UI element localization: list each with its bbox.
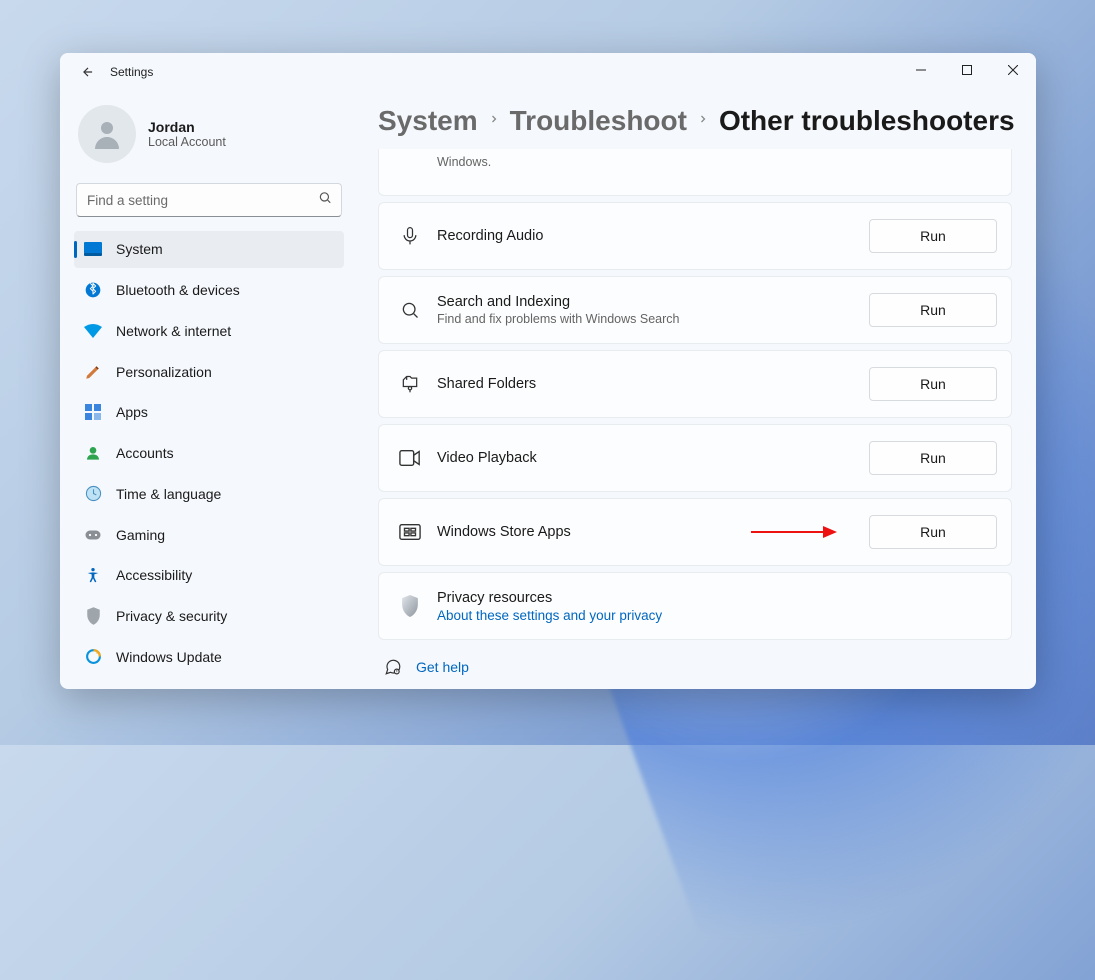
- update-icon: [84, 648, 102, 666]
- troubleshooter-card-shared-folders: Shared Folders Run: [378, 350, 1012, 418]
- troubleshooter-list[interactable]: Windows. Recording Audio Run: [378, 149, 1016, 689]
- sidebar-item-label: Personalization: [116, 364, 212, 380]
- sidebar-item-label: System: [116, 241, 163, 257]
- close-button[interactable]: [990, 53, 1036, 87]
- run-button[interactable]: Run: [869, 367, 997, 401]
- run-button[interactable]: Run: [869, 219, 997, 253]
- search-icon: [399, 299, 421, 321]
- run-button[interactable]: Run: [869, 515, 997, 549]
- breadcrumb-system[interactable]: System: [378, 105, 478, 137]
- sidebar-item-label: Accessibility: [116, 567, 192, 583]
- gamepad-icon: [84, 526, 102, 544]
- card-title: Windows Store Apps: [437, 524, 853, 540]
- card-title: Recording Audio: [437, 228, 853, 244]
- help-row: Get help: [378, 646, 1012, 688]
- sidebar-item-update[interactable]: Windows Update: [74, 638, 344, 675]
- get-help-link[interactable]: Get help: [416, 659, 469, 675]
- troubleshooter-card-video-playback: Video Playback Run: [378, 424, 1012, 492]
- arrow-left-icon: [81, 65, 95, 79]
- sidebar-item-label: Windows Update: [116, 649, 222, 665]
- settings-window: Settings Jordan Local Account: [60, 53, 1036, 689]
- titlebar: Settings: [60, 53, 1036, 91]
- sidebar-item-label: Privacy & security: [116, 608, 227, 624]
- card-subtitle: Windows.: [437, 155, 853, 169]
- accessibility-icon: [84, 566, 102, 584]
- help-chat-icon: [384, 658, 402, 676]
- sidebar-item-label: Network & internet: [116, 323, 231, 339]
- sidebar-item-accounts[interactable]: Accounts: [74, 435, 344, 472]
- profile-block[interactable]: Jordan Local Account: [74, 99, 344, 173]
- sidebar-item-bluetooth[interactable]: Bluetooth & devices: [74, 272, 344, 309]
- bluetooth-icon: [84, 281, 102, 299]
- privacy-resources-card: Privacy resources About these settings a…: [378, 572, 1012, 640]
- avatar: [78, 105, 136, 163]
- search-wrap: [76, 183, 342, 217]
- sidebar: Jordan Local Account System: [60, 91, 358, 689]
- privacy-link[interactable]: About these settings and your privacy: [437, 608, 997, 623]
- maximize-icon: [962, 65, 972, 75]
- clock-globe-icon: [84, 485, 102, 503]
- display-icon: [84, 240, 102, 258]
- wifi-icon: [84, 322, 102, 340]
- breadcrumb-troubleshoot[interactable]: Troubleshoot: [510, 105, 687, 137]
- shared-folder-icon: [399, 373, 421, 395]
- shield-icon: [84, 607, 102, 625]
- paintbrush-icon: [84, 363, 102, 381]
- store-app-icon: [399, 521, 421, 543]
- avatar-icon: [89, 116, 125, 152]
- sidebar-item-time[interactable]: Time & language: [74, 475, 344, 512]
- run-button[interactable]: Run: [869, 441, 997, 475]
- apps-grid-icon: [84, 403, 102, 421]
- troubleshooter-card-partial: Windows.: [378, 149, 1012, 196]
- sidebar-item-label: Bluetooth & devices: [116, 282, 240, 298]
- profile-sub: Local Account: [148, 135, 226, 149]
- troubleshooter-card-recording-audio: Recording Audio Run: [378, 202, 1012, 270]
- search-icon: [318, 191, 332, 210]
- shield-icon: [399, 595, 421, 617]
- sidebar-item-personalization[interactable]: Personalization: [74, 353, 344, 390]
- minimize-icon: [916, 65, 926, 75]
- back-button[interactable]: [72, 56, 104, 88]
- troubleshooter-card-search-indexing: Search and Indexing Find and fix problem…: [378, 276, 1012, 344]
- sidebar-item-privacy[interactable]: Privacy & security: [74, 598, 344, 635]
- minimize-button[interactable]: [898, 53, 944, 87]
- card-title: Search and Indexing: [437, 294, 853, 310]
- account-icon: [84, 444, 102, 462]
- main-panel: System Troubleshoot Other troubleshooter…: [358, 91, 1036, 689]
- maximize-button[interactable]: [944, 53, 990, 87]
- profile-name: Jordan: [148, 119, 226, 135]
- chevron-right-icon: [488, 112, 500, 130]
- window-controls: [898, 53, 1036, 87]
- sidebar-item-system[interactable]: System: [74, 231, 344, 268]
- sidebar-item-label: Apps: [116, 404, 148, 420]
- run-button[interactable]: Run: [869, 293, 997, 327]
- breadcrumb: System Troubleshoot Other troubleshooter…: [378, 99, 1016, 149]
- chevron-right-icon: [697, 112, 709, 130]
- card-title: Video Playback: [437, 450, 853, 466]
- app-title: Settings: [110, 65, 153, 79]
- search-input[interactable]: [76, 183, 342, 217]
- sidebar-item-gaming[interactable]: Gaming: [74, 516, 344, 553]
- sidebar-item-label: Accounts: [116, 445, 174, 461]
- card-title: Shared Folders: [437, 376, 853, 392]
- sidebar-item-network[interactable]: Network & internet: [74, 312, 344, 349]
- sidebar-item-accessibility[interactable]: Accessibility: [74, 557, 344, 594]
- card-subtitle: Find and fix problems with Windows Searc…: [437, 312, 853, 326]
- video-icon: [399, 447, 421, 469]
- sidebar-item-label: Gaming: [116, 527, 165, 543]
- sidebar-item-label: Time & language: [116, 486, 221, 502]
- close-icon: [1008, 65, 1018, 75]
- breadcrumb-current: Other troubleshooters: [719, 105, 1015, 137]
- troubleshooter-card-windows-store-apps: Windows Store Apps Run: [378, 498, 1012, 566]
- microphone-icon: [399, 225, 421, 247]
- card-title: Privacy resources: [437, 590, 997, 606]
- sidebar-item-apps[interactable]: Apps: [74, 394, 344, 431]
